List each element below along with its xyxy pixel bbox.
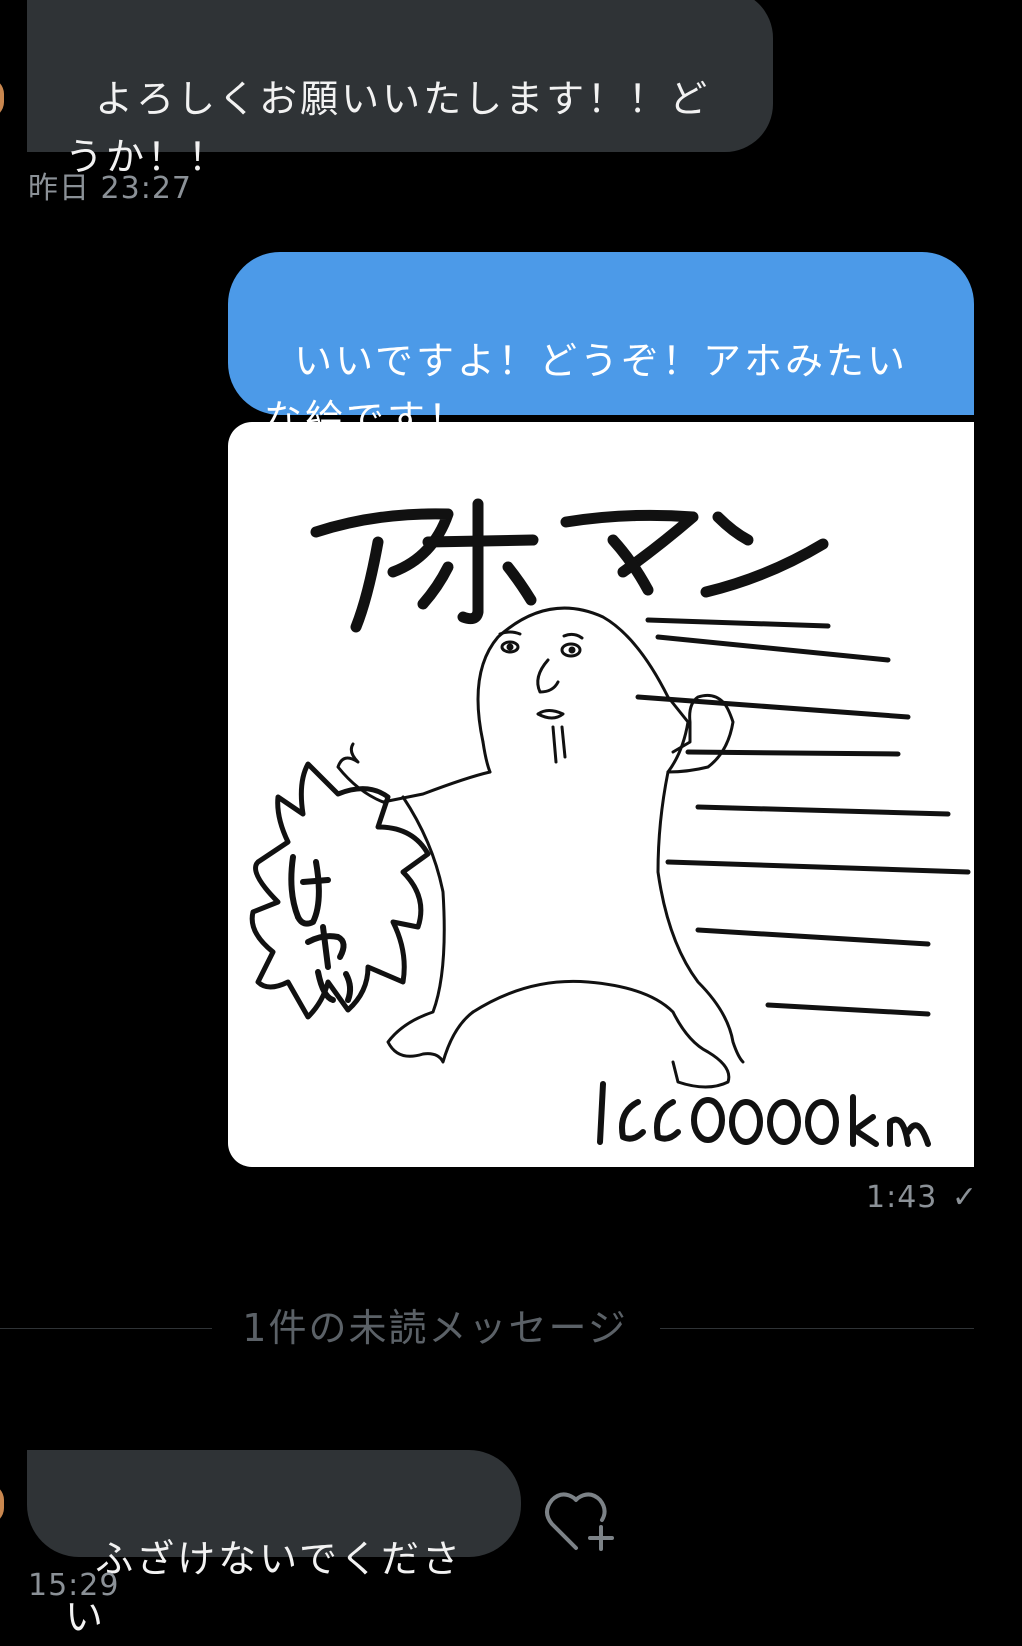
unread-divider-line-left [0,1328,212,1329]
attached-image[interactable] [228,422,974,1167]
add-reaction-button[interactable] [544,1488,616,1558]
outgoing-message-bubble[interactable]: いいですよ！どうぞ！アホみたいな絵です！ [228,252,974,441]
shout-burst [249,761,431,1020]
message-timestamp: 15:29 [28,1568,120,1603]
sender-avatar[interactable] [0,78,4,118]
sender-avatar[interactable] [0,1484,4,1524]
unread-divider-line-right [660,1328,974,1329]
unread-divider-label: 1件の未読メッセージ [242,1306,628,1350]
time-text: 1:43 [866,1180,938,1215]
message-timestamp: 1:43 ✓ [866,1180,978,1215]
message-text: ふざけないでください [65,1537,464,1639]
incoming-message-bubble[interactable]: よろしくお願いいたします！！どうか！！ [27,0,773,179]
message-timestamp: 昨日 23:27 [28,171,192,206]
distance-lettering [597,1081,931,1147]
heart-plus-icon [545,1492,614,1551]
drawing-illustration [249,498,971,1147]
speed-lines [635,617,971,1017]
incoming-message-bubble[interactable]: ふざけないでください [27,1450,521,1639]
shout-lettering [288,854,354,1003]
character-drawing [336,606,745,1089]
check-icon: ✓ [951,1180,979,1215]
